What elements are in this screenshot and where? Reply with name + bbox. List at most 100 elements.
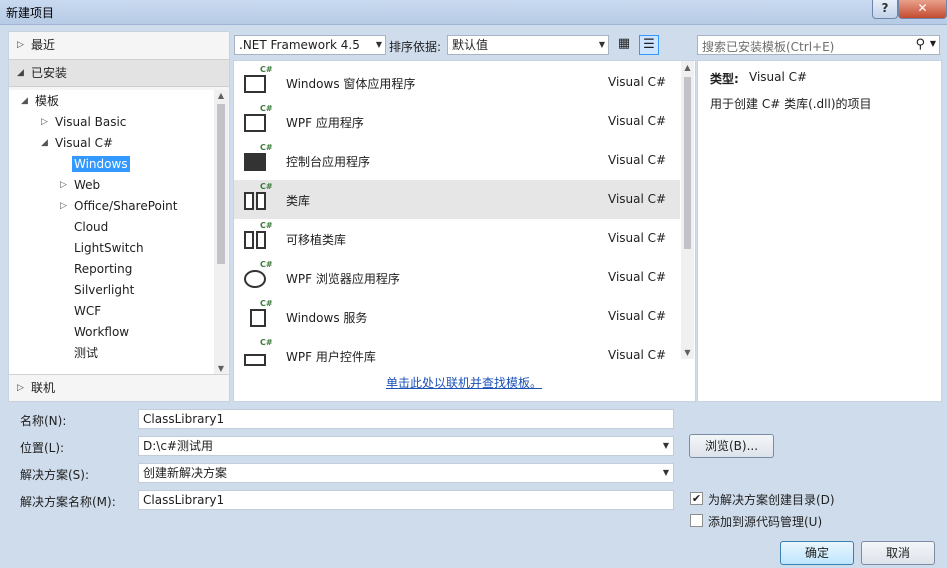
tree-item-label: LightSwitch — [74, 241, 144, 255]
tree-item-silverlight[interactable]: Silverlight — [74, 280, 134, 300]
tree-item-lightswitch[interactable]: LightSwitch — [74, 238, 144, 258]
dropdown-arrow-icon[interactable]: ▼ — [663, 464, 669, 482]
sort-select[interactable]: 默认值 ▼ — [447, 35, 609, 55]
template-row-wpf-browser-app[interactable]: C# WPF 浏览器应用程序 Visual C# — [234, 258, 680, 297]
template-name: WPF 用户控件库 — [286, 350, 376, 364]
collapse-arrow-icon[interactable]: ◢ — [41, 133, 48, 153]
medium-icons-view-button[interactable]: ▦ — [614, 35, 634, 55]
scroll-up-icon[interactable]: ▲ — [214, 91, 228, 100]
framework-value: .NET Framework 4.5 — [239, 38, 360, 52]
solution-value: 创建新解决方案 — [143, 466, 228, 480]
search-box[interactable]: 搜索已安装模板(Ctrl+E) ⚲ ▼ — [697, 35, 940, 55]
template-row-class-library[interactable]: C# 类库 Visual C# — [234, 180, 680, 219]
tree-item-visual-basic[interactable]: ▷ Visual Basic — [41, 112, 127, 132]
tree-item-web[interactable]: ▷ Web — [60, 175, 100, 195]
tree-scroll-thumb[interactable] — [217, 104, 225, 264]
solution-name-label: 解决方案名称(M): — [20, 495, 116, 509]
template-language: Visual C# — [608, 153, 667, 167]
template-details-panel: 类型: Visual C# 用于创建 C# 类库(.dll)的项目 — [697, 60, 942, 402]
dropdown-arrow-icon[interactable]: ▼ — [930, 39, 936, 48]
tree-item-windows[interactable]: Windows — [72, 154, 130, 174]
tree-scrollbar[interactable]: ▲ ▼ — [214, 90, 228, 374]
template-name: Windows 窗体应用程序 — [286, 77, 416, 91]
solution-select[interactable]: 创建新解决方案 ▼ — [138, 463, 674, 483]
tree-item-workflow[interactable]: Workflow — [74, 322, 129, 342]
expand-arrow-icon: ▷ — [17, 40, 24, 50]
tree-item-label: Silverlight — [74, 283, 135, 297]
template-row-portable-library[interactable]: C# 可移植类库 Visual C# — [234, 219, 680, 258]
tree-item-cloud[interactable]: Cloud — [74, 217, 108, 237]
title-bar: 新建项目 ? ✕ — [0, 0, 947, 25]
dropdown-arrow-icon[interactable]: ▼ — [663, 437, 669, 455]
browse-button[interactable]: 浏览(B)... — [689, 434, 774, 458]
scroll-down-icon[interactable]: ▼ — [681, 348, 694, 357]
create-directory-label: 为解决方案创建目录(D) — [708, 493, 835, 507]
framework-select[interactable]: .NET Framework 4.5 ▼ — [234, 35, 386, 55]
type-label: 类型: — [710, 72, 739, 86]
portable-library-icon: C# — [242, 221, 273, 253]
section-online-label: 联机 — [31, 381, 56, 395]
collapse-arrow-icon[interactable]: ◢ — [21, 91, 28, 111]
sort-label: 排序依据: — [389, 40, 442, 54]
template-row-windows-forms[interactable]: C# Windows 窗体应用程序 Visual C# — [234, 63, 680, 102]
location-label: 位置(L): — [20, 441, 65, 455]
template-row-wpf-app[interactable]: C# WPF 应用程序 Visual C# — [234, 102, 680, 141]
tree-item-templates[interactable]: ◢ 模板 — [21, 91, 60, 111]
expand-arrow-icon[interactable]: ▷ — [60, 175, 67, 195]
add-source-control-checkbox[interactable] — [690, 514, 703, 527]
template-row-console-app[interactable]: C# 控制台应用程序 Visual C# — [234, 141, 680, 180]
grid-view-icon: ▦ — [617, 36, 631, 51]
template-row-wpf-user-control[interactable]: C# WPF 用户控件库 Visual C# — [234, 336, 680, 375]
tree-item-label: 测试 — [74, 346, 99, 360]
tree-item-test[interactable]: 测试 — [74, 343, 98, 363]
location-value: D:\c#测试用 — [143, 439, 213, 453]
tree-item-label: Office/SharePoint — [74, 199, 178, 213]
sort-value: 默认值 — [452, 38, 489, 52]
expand-arrow-icon[interactable]: ▷ — [60, 196, 67, 216]
tree-item-visual-csharp[interactable]: ◢ Visual C# — [41, 133, 113, 153]
tree-item-label: Visual Basic — [55, 115, 127, 129]
tree-item-office-sharepoint[interactable]: ▷ Office/SharePoint — [60, 196, 178, 216]
template-list-scrollbar[interactable]: ▲ ▼ — [681, 61, 694, 359]
expand-arrow-icon: ▷ — [17, 383, 24, 393]
tree-item-reporting[interactable]: Reporting — [74, 259, 132, 279]
scroll-down-icon[interactable]: ▼ — [214, 364, 228, 373]
template-name: 可移植类库 — [286, 233, 347, 247]
tree-item-label: Reporting — [74, 262, 133, 276]
windows-forms-icon: C# — [242, 65, 273, 97]
location-combobox[interactable]: D:\c#测试用 ▼ — [138, 436, 674, 456]
template-name: WPF 浏览器应用程序 — [286, 272, 400, 286]
tree-item-label: 模板 — [35, 94, 60, 108]
cancel-button[interactable]: 取消 — [861, 541, 935, 565]
windows-service-icon: C# — [242, 299, 273, 331]
expand-arrow-icon[interactable]: ▷ — [41, 112, 48, 132]
template-list-panel: C# Windows 窗体应用程序 Visual C# C# WPF 应用程序 … — [233, 60, 696, 402]
section-recent[interactable]: ▷ 最近 — [9, 32, 229, 58]
type-value: Visual C# — [749, 70, 808, 84]
find-templates-online-link[interactable]: 单击此处以联机并查找模板。 — [386, 374, 542, 391]
scroll-up-icon[interactable]: ▲ — [681, 63, 694, 72]
tree-item-wcf[interactable]: WCF — [74, 301, 101, 321]
search-icon[interactable]: ⚲ — [915, 37, 925, 52]
create-directory-checkbox[interactable]: ✔ — [690, 492, 703, 505]
solution-label: 解决方案(S): — [20, 468, 90, 482]
template-row-windows-service[interactable]: C# Windows 服务 Visual C# — [234, 297, 680, 336]
tree-item-label: Cloud — [74, 220, 109, 234]
details-view-button[interactable]: ☰ — [639, 35, 659, 55]
close-button[interactable]: ✕ — [898, 0, 947, 19]
solution-name-value: ClassLibrary1 — [143, 493, 225, 507]
name-input[interactable]: ClassLibrary1 — [138, 409, 674, 429]
help-button[interactable]: ? — [872, 0, 898, 19]
section-installed-label: 已安装 — [31, 66, 68, 80]
template-language: Visual C# — [608, 75, 667, 89]
template-list-scroll-thumb[interactable] — [684, 77, 691, 249]
section-recent-label: 最近 — [31, 38, 56, 52]
solution-name-input[interactable]: ClassLibrary1 — [138, 490, 674, 510]
ok-button[interactable]: 确定 — [780, 541, 854, 565]
section-online[interactable]: ▷ 联机 — [9, 374, 229, 401]
name-value: ClassLibrary1 — [143, 412, 225, 426]
section-installed[interactable]: ◢ 已安装 — [9, 59, 229, 87]
name-label: 名称(N): — [20, 414, 67, 428]
template-language: Visual C# — [608, 192, 667, 206]
template-tree: ◢ 模板 ▷ Visual Basic ◢ Visual C# Windows … — [9, 90, 214, 374]
